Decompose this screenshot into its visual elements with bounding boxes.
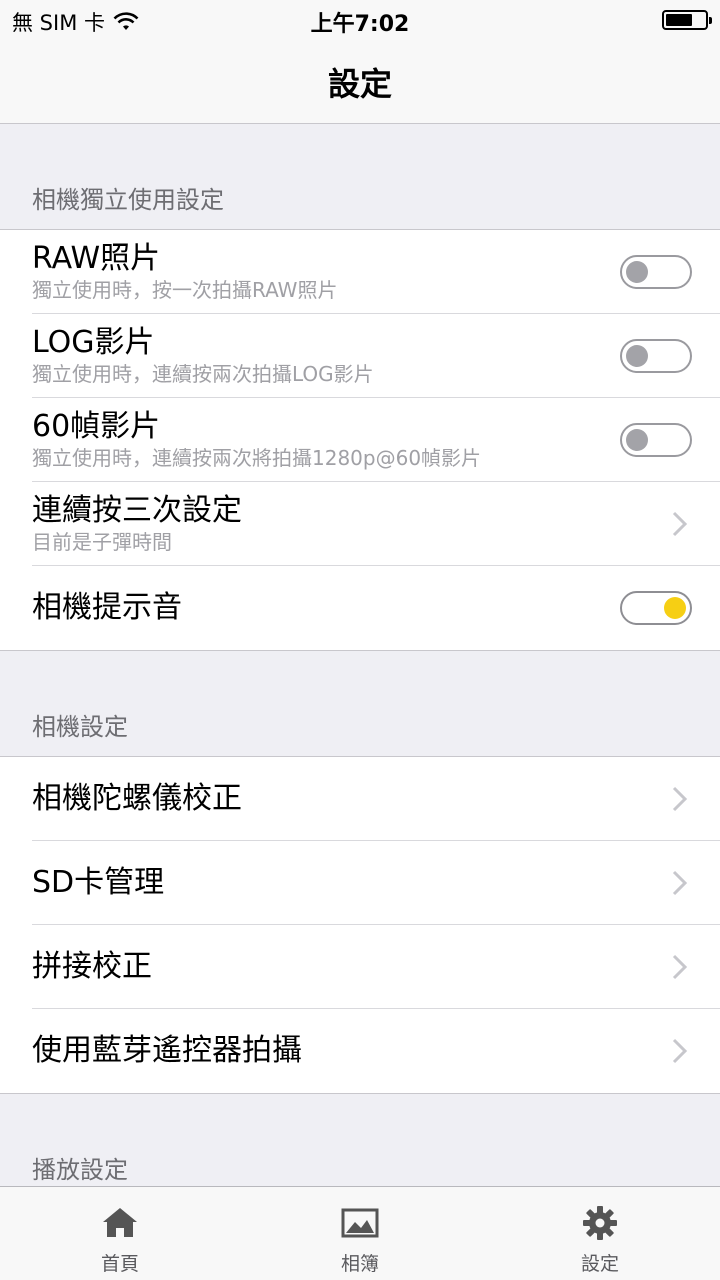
fps60-video-row: 60幀影片 獨立使用時，連續按兩次將拍攝1280p@60幀影片 xyxy=(32,398,720,482)
triple-press-title: 連續按三次設定 xyxy=(32,492,242,528)
standalone-settings-group: RAW照片 獨立使用時，按一次拍攝RAW照片 LOG影片 獨立使用時，連續按兩次… xyxy=(0,230,720,651)
sd-card-row[interactable]: SD卡管理 xyxy=(32,841,720,925)
tab-bar: 首頁 相簿 設定 xyxy=(0,1186,720,1280)
fps60-video-subtitle: 獨立使用時，連續按兩次將拍攝1280p@60幀影片 xyxy=(32,445,482,470)
settings-list[interactable]: 相機獨立使用設定 RAW照片 獨立使用時，按一次拍攝RAW照片 LOG影片 獨立… xyxy=(0,124,720,1186)
image-icon xyxy=(341,1208,379,1238)
triple-press-row[interactable]: 連續按三次設定 目前是子彈時間 xyxy=(32,482,720,566)
chevron-right-icon xyxy=(672,1038,688,1064)
battery-icon xyxy=(662,10,712,30)
log-video-subtitle: 獨立使用時，連續按兩次拍攝LOG影片 xyxy=(32,361,374,386)
navigation-bar: 設定 xyxy=(0,40,720,124)
gyro-calibration-title: 相機陀螺儀校正 xyxy=(32,780,242,816)
tab-album-label: 相簿 xyxy=(340,1253,379,1275)
home-icon xyxy=(103,1208,137,1237)
tab-home-label: 首頁 xyxy=(100,1253,139,1275)
bluetooth-remote-row[interactable]: 使用藍芽遙控器拍攝 xyxy=(32,1009,720,1093)
camera-sound-toggle[interactable] xyxy=(620,591,692,625)
status-bar: 無 SIM 卡 上午7:02 xyxy=(0,0,720,40)
settings-screen: 無 SIM 卡 上午7:02 設定 相機獨立使用設定 RAW照片 獨立使用時，按… xyxy=(0,0,720,1280)
camera-sound-title: 相機提示音 xyxy=(32,590,182,625)
raw-photo-row: RAW照片 獨立使用時，按一次拍攝RAW照片 xyxy=(32,230,720,314)
stitch-calibration-title: 拼接校正 xyxy=(32,948,152,984)
tab-album[interactable]: 相簿 xyxy=(240,1187,480,1280)
chevron-right-icon xyxy=(672,511,688,536)
log-video-row: LOG影片 獨立使用時，連續按兩次拍攝LOG影片 xyxy=(32,314,720,398)
camera-settings-group: 相機陀螺儀校正 SD卡管理 拼接校正 使用藍芽遙控器拍攝 xyxy=(0,757,720,1094)
gyro-calibration-row[interactable]: 相機陀螺儀校正 xyxy=(32,757,720,841)
section-header-standalone: 相機獨立使用設定 xyxy=(0,124,720,230)
sd-card-title: SD卡管理 xyxy=(32,864,165,900)
fps60-video-title: 60幀影片 xyxy=(32,408,161,444)
carrier-label: 無 SIM 卡 xyxy=(12,11,105,35)
tab-settings[interactable]: 設定 xyxy=(480,1187,720,1280)
chevron-right-icon xyxy=(672,954,688,979)
triple-press-subtitle: 目前是子彈時間 xyxy=(32,529,172,554)
gear-icon xyxy=(583,1206,617,1240)
page-title: 設定 xyxy=(327,64,392,103)
stitch-calibration-row[interactable]: 拼接校正 xyxy=(32,925,720,1009)
log-video-toggle[interactable] xyxy=(620,338,692,373)
raw-photo-toggle[interactable] xyxy=(620,254,692,289)
tab-settings-label: 設定 xyxy=(580,1253,619,1275)
section-header-playback: 播放設定 xyxy=(0,1094,720,1186)
bluetooth-remote-title: 使用藍芽遙控器拍攝 xyxy=(32,1033,302,1068)
camera-sound-row: 相機提示音 xyxy=(32,566,720,650)
log-video-title: LOG影片 xyxy=(32,324,155,360)
fps60-video-toggle[interactable] xyxy=(620,422,692,457)
wifi-icon xyxy=(113,12,139,30)
raw-photo-title: RAW照片 xyxy=(32,240,161,276)
tab-home[interactable]: 首頁 xyxy=(0,1187,240,1280)
chevron-right-icon xyxy=(672,786,688,811)
chevron-right-icon xyxy=(672,870,688,895)
section-header-camera: 相機設定 xyxy=(0,651,720,757)
raw-photo-subtitle: 獨立使用時，按一次拍攝RAW照片 xyxy=(32,277,338,302)
status-left: 無 SIM 卡 xyxy=(12,7,139,37)
